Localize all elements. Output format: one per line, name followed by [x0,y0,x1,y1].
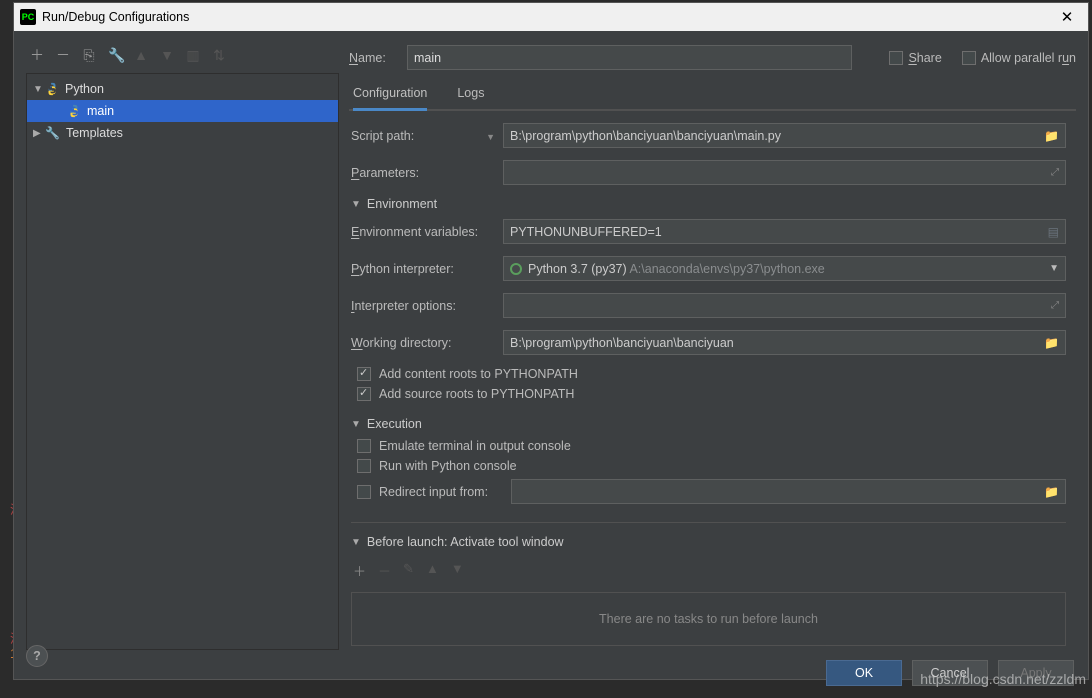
python-icon [45,82,59,96]
folder-browse-icon[interactable]: 📁 [1044,336,1059,350]
script-path-input[interactable]: B:\program\python\banciyuan\banciyuan\ma… [503,123,1066,148]
interp-opts-input[interactable]: ⤢ [503,293,1066,318]
name-label: Name: [349,51,397,65]
folder-browse-icon[interactable]: 📁 [1044,129,1059,143]
chevron-down-icon: ▼ [486,132,495,142]
before-launch-toolbar: ＋ － ✎ ▲ ▼ [351,557,1066,584]
before-launch-tasks-list[interactable]: There are no tasks to run before launch [351,592,1066,646]
down-icon[interactable]: ▼ [160,47,174,63]
folder-icon[interactable]: ▥ [186,47,200,64]
expand-icon[interactable]: ⤢ [1051,300,1059,311]
tab-logs[interactable]: Logs [457,80,484,109]
tree-node-templates[interactable]: ▶ 🔧 Templates [27,122,338,144]
environment-section-header[interactable]: ▼Environment [351,197,1066,211]
sidebar-toolbar: ＋ － ⎘ 🔧 ▲ ▼ ▥ ⇅ [26,43,339,73]
tree-node-python[interactable]: ▼ Python [27,78,338,100]
script-path-label: Script path:▼ [351,129,503,143]
chevron-down-icon: ▼ [351,537,361,548]
execution-section-header[interactable]: ▼Execution [351,417,1066,431]
pycharm-icon: PC [20,9,36,25]
parameters-label: Parameters: [351,166,503,180]
tree-node-label: main [87,104,114,118]
interpreter-select[interactable]: Python 3.7 (py37) A:\anaconda\envs\py37\… [503,256,1066,281]
add-icon[interactable]: ＋ [30,45,44,65]
wrench-icon: 🔧 [45,126,60,140]
env-vars-input[interactable]: PYTHONUNBUFFERED=1▤ [503,219,1066,244]
close-icon[interactable]: ✕ [1052,3,1082,31]
config-form: Script path:▼ B:\program\python\banciyua… [349,111,1076,650]
sort-icon[interactable]: ⇅ [212,47,226,64]
env-vars-label: Environment variables: [351,225,503,239]
python-icon [67,104,81,118]
share-checkbox[interactable]: Share [889,51,941,65]
tree-node-main[interactable]: main [27,100,338,122]
remove-icon[interactable]: － [378,561,391,580]
before-launch-section-header[interactable]: ▼Before launch: Activate tool window [351,535,1066,549]
edit-icon[interactable]: 🔧 [108,47,122,64]
up-icon[interactable]: ▲ [134,47,148,63]
interpreter-ok-icon [510,263,522,275]
folder-browse-icon[interactable]: 📁 [1044,485,1059,499]
up-icon[interactable]: ▲ [426,561,439,580]
workdir-label: Working directory: [351,336,503,350]
redirect-input-path[interactable]: 📁 [511,479,1066,504]
watermark: https://blog.csdn.net/zzldm [920,671,1086,687]
run-python-console-checkbox[interactable]: Run with Python console [357,459,1066,473]
expand-icon[interactable]: ⤢ [1051,167,1059,178]
dialog-content: ＋ － ⎘ 🔧 ▲ ▼ ▥ ⇅ ▼ Python [14,31,1088,698]
interpreter-label: Python interpreter: [351,262,503,276]
tab-configuration[interactable]: Configuration [353,80,427,111]
chevron-down-icon: ▼ [351,419,361,430]
parameters-input[interactable]: ⤢ [503,160,1066,185]
parallel-run-checkbox[interactable]: Allow parallel run [962,51,1076,65]
chevron-down-icon: ▼ [1049,263,1059,274]
run-debug-dialog: PC Run/Debug Configurations ✕ ＋ － ⎘ 🔧 ▲ … [13,2,1089,680]
list-edit-icon[interactable]: ▤ [1048,225,1059,239]
add-content-roots-checkbox[interactable]: Add content roots to PYTHONPATH [357,367,1066,381]
emulate-terminal-checkbox[interactable]: Emulate terminal in output console [357,439,1066,453]
name-input[interactable] [407,45,852,70]
down-icon[interactable]: ▼ [451,561,464,580]
interp-opts-label: Interpreter options: [351,299,503,313]
copy-icon[interactable]: ⎘ [82,47,96,64]
config-tree[interactable]: ▼ Python main ▶ 🔧 Templates [26,73,339,650]
redirect-input-checkbox[interactable]: Redirect input from: 📁 [357,479,1066,504]
edit-icon[interactable]: ✎ [403,561,414,580]
add-source-roots-checkbox[interactable]: Add source roots to PYTHONPATH [357,387,1066,401]
dialog-title: Run/Debug Configurations [42,10,1052,24]
tree-node-label: Python [65,82,104,96]
remove-icon[interactable]: － [56,45,70,65]
configurations-sidebar: ＋ － ⎘ 🔧 ▲ ▼ ▥ ⇅ ▼ Python [26,43,339,650]
dialog-buttons: OK Cancel Apply [26,650,1076,698]
dialog-titlebar: PC Run/Debug Configurations ✕ [14,3,1088,31]
chevron-right-icon: ▶ [33,128,43,139]
chevron-down-icon: ▼ [33,84,43,95]
config-detail-pane: Name: Share Allow parallel run Configura… [349,43,1076,650]
chevron-down-icon: ▼ [351,199,361,210]
help-button[interactable]: ? [26,645,48,667]
ok-button[interactable]: OK [826,660,902,686]
config-tabs: Configuration Logs [349,80,1076,111]
workdir-input[interactable]: B:\program\python\banciyuan\banciyuan📁 [503,330,1066,355]
add-icon[interactable]: ＋ [353,561,366,580]
tree-node-label: Templates [66,126,123,140]
